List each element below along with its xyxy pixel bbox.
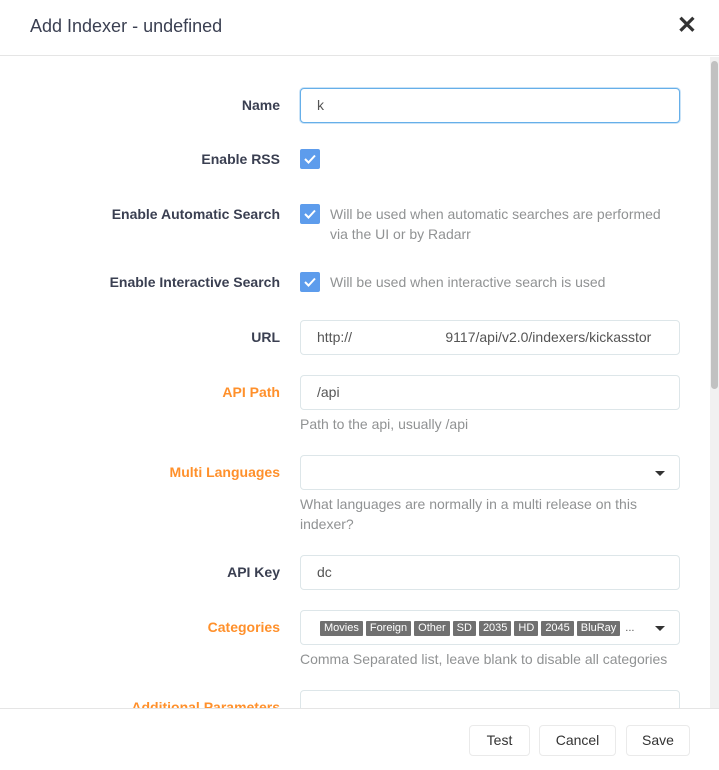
modal-body[interactable]: Name k Enable RSS Enable Automatic Searc… bbox=[0, 57, 719, 708]
check-icon bbox=[304, 209, 316, 219]
api-path-help: Path to the api, usually /api bbox=[300, 416, 469, 432]
categories-label: Categories bbox=[207, 619, 280, 635]
check-icon bbox=[304, 277, 316, 287]
cancel-button[interactable]: Cancel bbox=[539, 725, 616, 756]
categories-select[interactable]: Movies Foreign Other SD 2035 HD 2045 Blu… bbox=[300, 610, 680, 645]
caret-down-icon bbox=[655, 471, 665, 476]
api-path-input[interactable]: /api bbox=[300, 375, 680, 410]
additional-parameters-label: Additional Parameters bbox=[131, 699, 280, 708]
url-label: URL bbox=[251, 329, 280, 345]
test-button[interactable]: Test bbox=[469, 725, 530, 756]
api-key-input[interactable]: dc bbox=[300, 555, 680, 590]
modal-footer: Test Cancel Save bbox=[0, 708, 719, 770]
category-tag: 2035 bbox=[478, 621, 512, 636]
enable-interactive-search-help: Will be used when interactive search is … bbox=[330, 274, 606, 290]
category-tag: SD bbox=[452, 621, 476, 636]
scrollbar[interactable] bbox=[710, 57, 719, 708]
enable-automatic-search-label: Enable Automatic Search bbox=[111, 206, 280, 222]
enable-rss-label: Enable RSS bbox=[201, 151, 280, 167]
url-input[interactable]: http:// 9117/api/v2.0/indexers/kickassto… bbox=[300, 320, 680, 355]
multi-languages-select[interactable] bbox=[300, 455, 680, 490]
close-icon[interactable]: ✕ bbox=[677, 13, 697, 39]
save-button[interactable]: Save bbox=[626, 725, 690, 756]
api-key-label: API Key bbox=[227, 564, 280, 580]
caret-down-icon bbox=[655, 626, 665, 631]
categories-overflow: ... bbox=[625, 622, 635, 634]
check-icon bbox=[304, 154, 316, 164]
multi-languages-help: What languages are normally in a multi r… bbox=[300, 496, 637, 532]
modal-header: Add Indexer - undefined ✕ bbox=[0, 0, 719, 56]
categories-tag-list: Movies Foreign Other SD 2035 HD 2045 Blu… bbox=[320, 621, 634, 636]
category-tag: Foreign bbox=[365, 621, 412, 636]
category-tag: Other bbox=[414, 621, 450, 636]
enable-automatic-search-help: Will be used when automatic searches are… bbox=[330, 206, 661, 242]
enable-interactive-search-checkbox[interactable] bbox=[300, 272, 320, 292]
category-tag: HD bbox=[514, 621, 539, 636]
category-tag: 2045 bbox=[541, 621, 574, 636]
name-label: Name bbox=[241, 97, 280, 113]
category-tag: Movies bbox=[320, 621, 363, 636]
name-input[interactable]: k bbox=[300, 88, 680, 123]
scrollbar-thumb[interactable] bbox=[711, 61, 718, 389]
multi-languages-label: Multi Languages bbox=[169, 464, 280, 480]
enable-rss-checkbox[interactable] bbox=[300, 149, 320, 169]
modal-title: Add Indexer - undefined bbox=[30, 16, 223, 36]
enable-automatic-search-checkbox[interactable] bbox=[300, 204, 320, 224]
categories-help: Comma Separated list, leave blank to dis… bbox=[300, 651, 668, 667]
category-tag: BluRay bbox=[576, 621, 621, 636]
additional-parameters-input[interactable] bbox=[300, 690, 680, 708]
enable-interactive-search-label: Enable Interactive Search bbox=[109, 274, 280, 290]
api-path-label: API Path bbox=[222, 384, 280, 400]
